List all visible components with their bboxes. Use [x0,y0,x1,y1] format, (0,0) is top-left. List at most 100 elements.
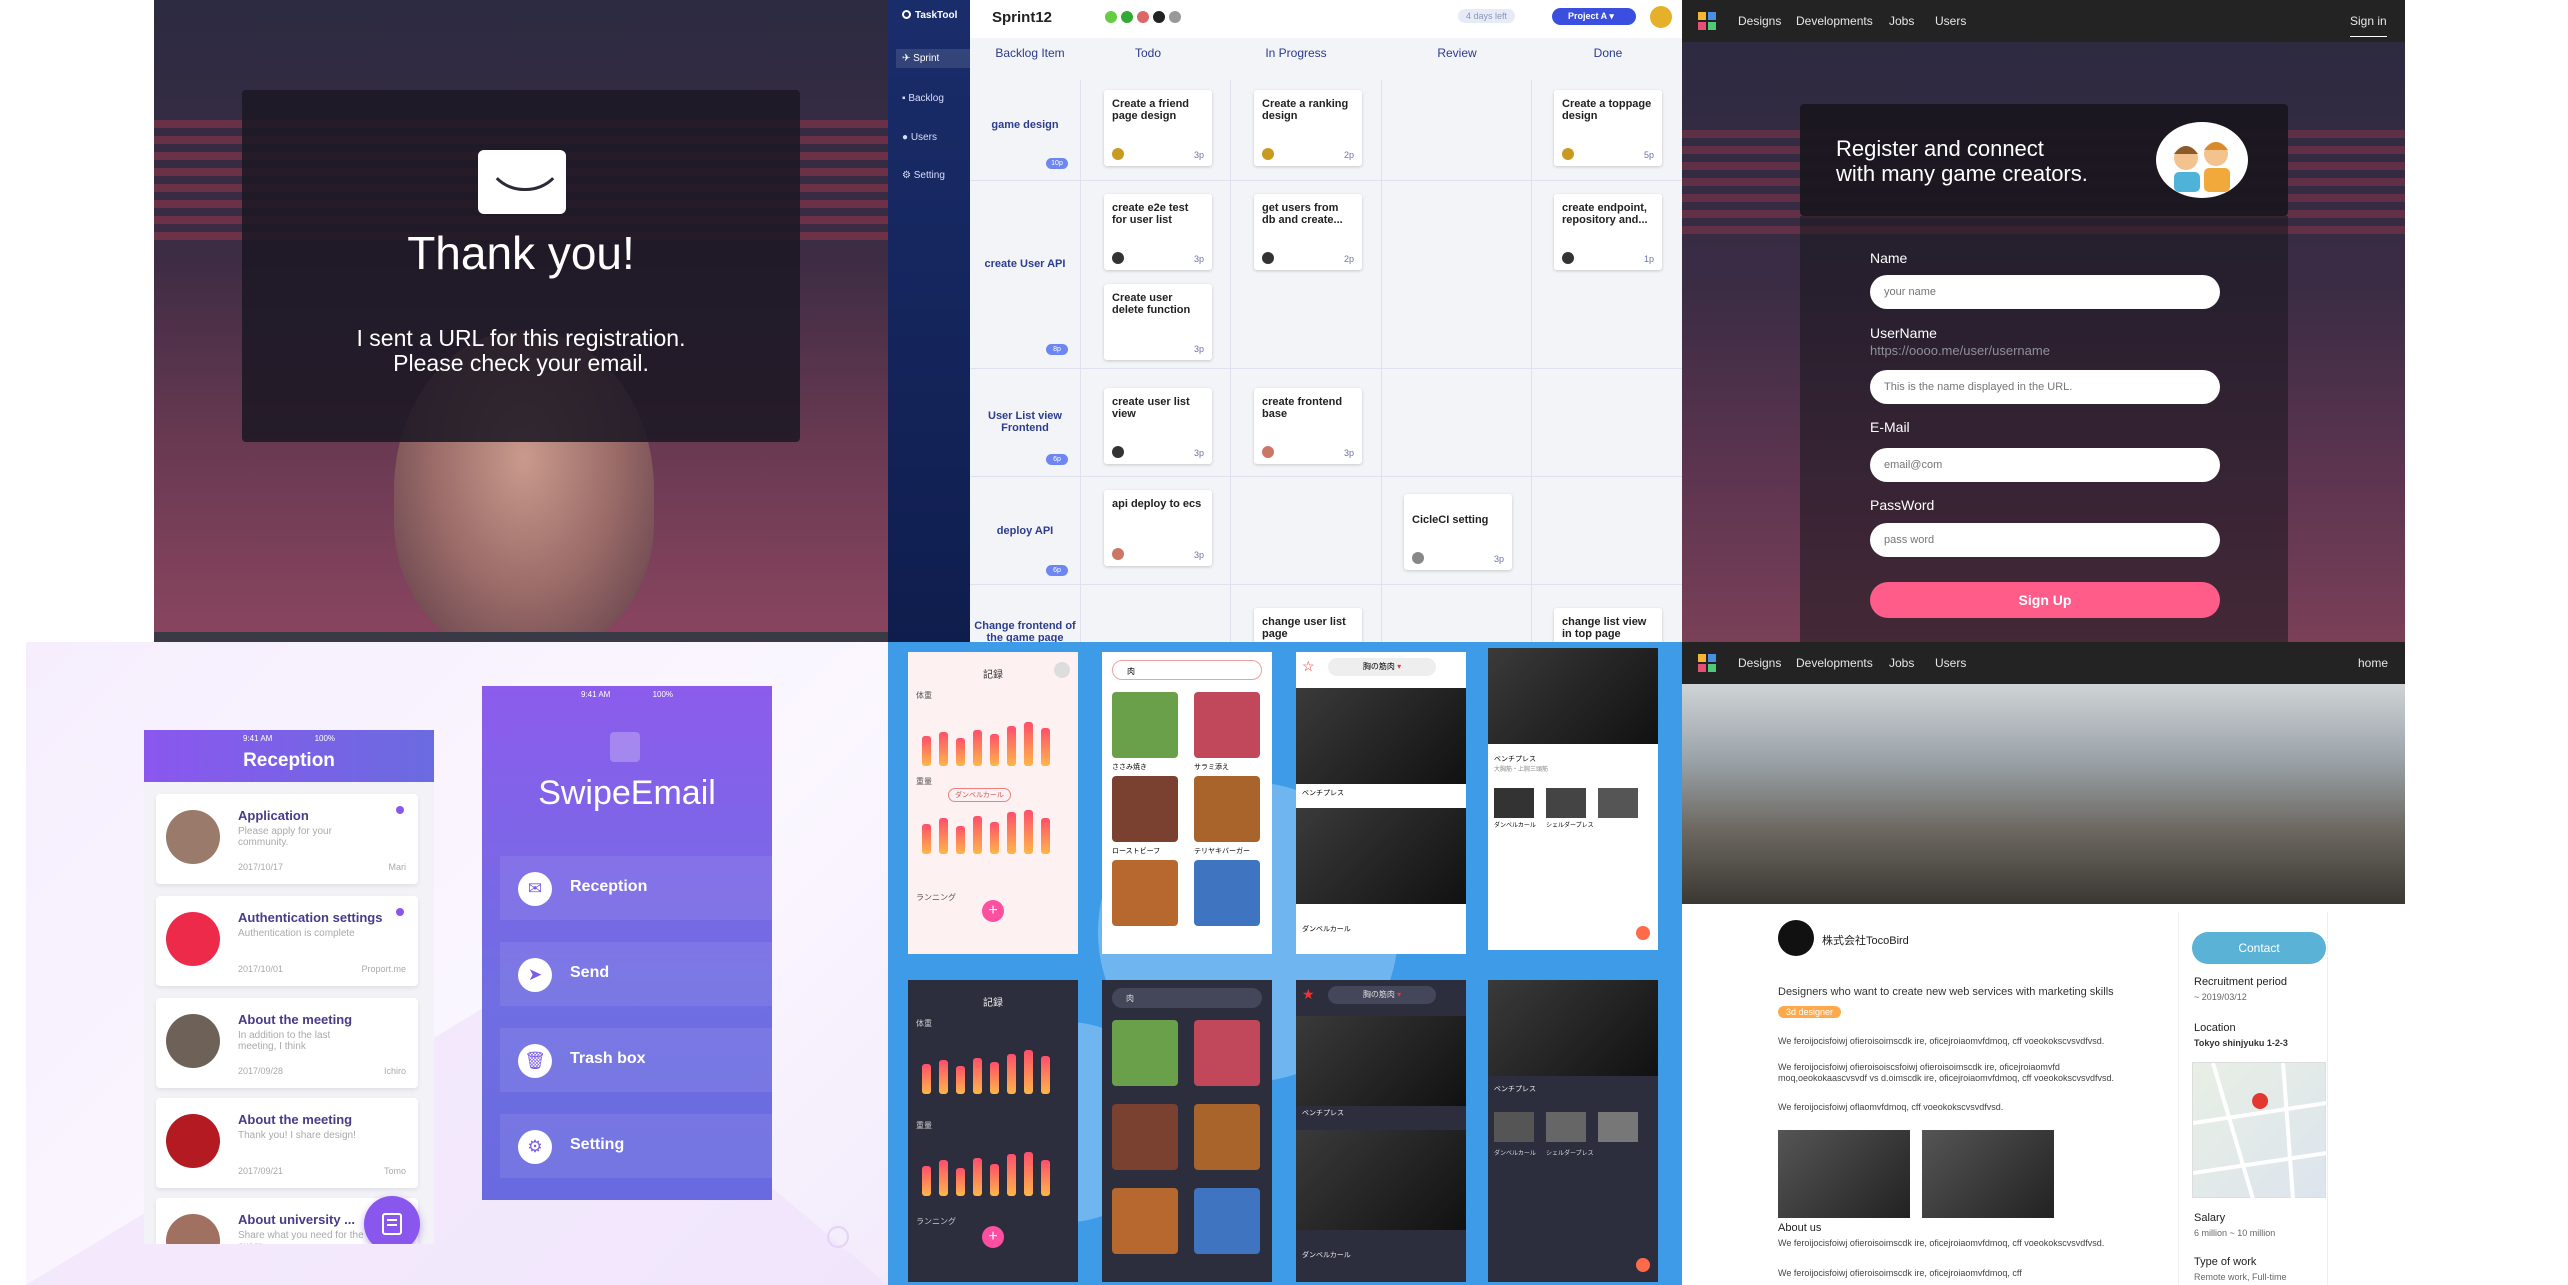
exercise-photo[interactable] [1296,688,1466,784]
nav-developments[interactable]: Developments [1796,656,1873,670]
task-card[interactable]: api deploy to ecs 3p [1104,490,1212,566]
member-avatar[interactable] [1152,10,1166,24]
nav-designs[interactable]: Designs [1738,14,1781,28]
food-photo[interactable] [1194,692,1260,758]
add-button[interactable]: + [982,900,1004,922]
sign-in-link[interactable]: Sign in [2350,14,2387,37]
email-input[interactable] [1870,448,2220,482]
backlog-item-deploy-api[interactable]: deploy API [970,525,1080,537]
task-card[interactable]: get users from db and create... 2p [1254,194,1362,270]
exercise-thumb[interactable] [1546,788,1586,818]
food-photo[interactable] [1194,860,1260,926]
category-selector[interactable]: 胸の筋肉 ▾ [1328,658,1436,676]
menu-trash[interactable]: 🗑 Trash box [500,1028,772,1092]
exercise-photo[interactable] [1296,1016,1466,1106]
username-input[interactable] [1870,370,2220,404]
home-link[interactable]: home [2358,656,2388,670]
backlog-item-game-design[interactable]: game design [970,119,1080,131]
task-card[interactable]: CicleCI setting 3p [1404,494,1512,570]
food-photo[interactable] [1112,1188,1178,1254]
site-logo-icon[interactable] [1698,654,1716,672]
food-photo[interactable] [1112,1104,1178,1170]
food-photo[interactable] [1112,692,1178,758]
menu-reception[interactable]: ✉ Reception [500,856,772,920]
top-navbar [1682,642,2405,684]
task-card[interactable]: Create a ranking design 2p [1254,90,1362,166]
task-card[interactable]: Create a toppage design 5p [1554,90,1662,166]
task-card[interactable]: Create a friend page design 3p [1104,90,1212,166]
mail-item[interactable]: About the meeting In addition to the last… [156,998,418,1088]
exercise-thumb[interactable] [1494,1112,1534,1142]
member-avatar[interactable] [1168,10,1182,24]
task-card[interactable]: create endpoint, repository and... 1p [1554,194,1662,270]
nav-jobs[interactable]: Jobs [1889,656,1914,670]
location-map[interactable] [2192,1062,2328,1200]
site-logo-icon[interactable] [1698,12,1716,30]
food-photo[interactable] [1194,1188,1260,1254]
member-avatar[interactable] [1136,10,1150,24]
search-bar[interactable]: 肉 [1112,988,1262,1008]
company-name[interactable]: 株式会社TocoBird [1822,932,1909,948]
task-card[interactable]: create frontend base 3p [1254,388,1362,464]
exercise-name: ベンチプレス [1302,790,1344,797]
task-card[interactable]: change list view in top page [1554,608,1662,642]
food-photo[interactable] [1194,776,1260,842]
work-type-value: Remote work, Full-time [2194,1272,2287,1282]
user-avatar[interactable] [1650,6,1672,28]
search-bar[interactable]: 肉 [1112,660,1262,680]
row-divider [970,584,1682,585]
food-photo[interactable] [1112,1020,1178,1086]
profile-icon[interactable] [1054,662,1070,678]
exercise-thumb[interactable] [1598,788,1638,818]
star-icon[interactable]: ★ [1302,986,1315,1003]
nav-setting[interactable]: ⚙ Setting [896,166,951,185]
work-type-label: Type of work [2194,1256,2257,1268]
exercise-thumb[interactable] [1598,1112,1638,1142]
member-avatar[interactable] [1120,10,1134,24]
sign-up-button[interactable]: Sign Up [1870,582,2220,618]
exercise-photo[interactable] [1296,1130,1466,1230]
task-card[interactable]: change user list page [1254,608,1362,642]
record-button[interactable] [1636,926,1650,940]
add-button[interactable]: + [982,1226,1004,1248]
backlog-item-user-list[interactable]: User List view Frontend [970,410,1080,434]
password-input[interactable] [1870,523,2220,557]
member-avatar[interactable] [1104,10,1118,24]
status-bar: 9:41 AM 100% [144,734,434,743]
mail-item[interactable]: Authentication settings Authentication is… [156,896,418,986]
task-card[interactable]: create e2e test for user list 3p [1104,194,1212,270]
food-photo[interactable] [1112,776,1178,842]
nav-users[interactable]: Users [1935,14,1966,28]
mail-item[interactable]: About the meeting Thank you! I share desi… [156,1098,418,1188]
contact-button[interactable]: Contact [2192,932,2326,964]
menu-setting[interactable]: ⚙ Setting [500,1114,772,1178]
mail-sender: Tomo [383,1166,406,1176]
exercise-photo[interactable] [1296,808,1466,904]
record-button[interactable] [1636,1258,1650,1272]
backlog-item-change-frontend[interactable]: Change frontend of the game page [970,620,1080,642]
food-photo[interactable] [1112,860,1178,926]
nav-backlog[interactable]: ▪ Backlog [896,89,950,108]
exercise-detail-light: ベンチプレス 大胸筋・上腕三頭筋 ダンベルカール シェルダープレス [1488,648,1658,950]
exercise-tag[interactable]: ダンベルカール [948,788,1011,802]
category-selector[interactable]: 胸の筋肉 ▾ [1328,986,1436,1004]
nav-sprint[interactable]: ✈ Sprint [896,49,970,68]
nav-designs[interactable]: Designs [1738,656,1781,670]
name-input[interactable] [1870,275,2220,309]
exercise-thumb[interactable] [1546,1112,1586,1142]
nav-users[interactable]: Users [1935,656,1966,670]
star-icon[interactable]: ☆ [1302,658,1315,675]
nav-users[interactable]: ● Users [896,128,943,147]
project-selector[interactable]: Project A ▾ [1552,8,1636,25]
mail-item[interactable]: Application Please apply for your communi… [156,794,418,884]
backlog-item-user-api[interactable]: create User API [970,258,1080,270]
nav-jobs[interactable]: Jobs [1889,14,1914,28]
task-card[interactable]: Create user delete function 3p [1104,284,1212,360]
food-photo[interactable] [1194,1104,1260,1170]
exercise-thumb[interactable] [1494,788,1534,818]
compose-button[interactable] [364,1196,420,1244]
nav-developments[interactable]: Developments [1796,14,1873,28]
food-photo[interactable] [1194,1020,1260,1086]
menu-send[interactable]: ➤ Send [500,942,772,1006]
task-card[interactable]: create user list view 3p [1104,388,1212,464]
